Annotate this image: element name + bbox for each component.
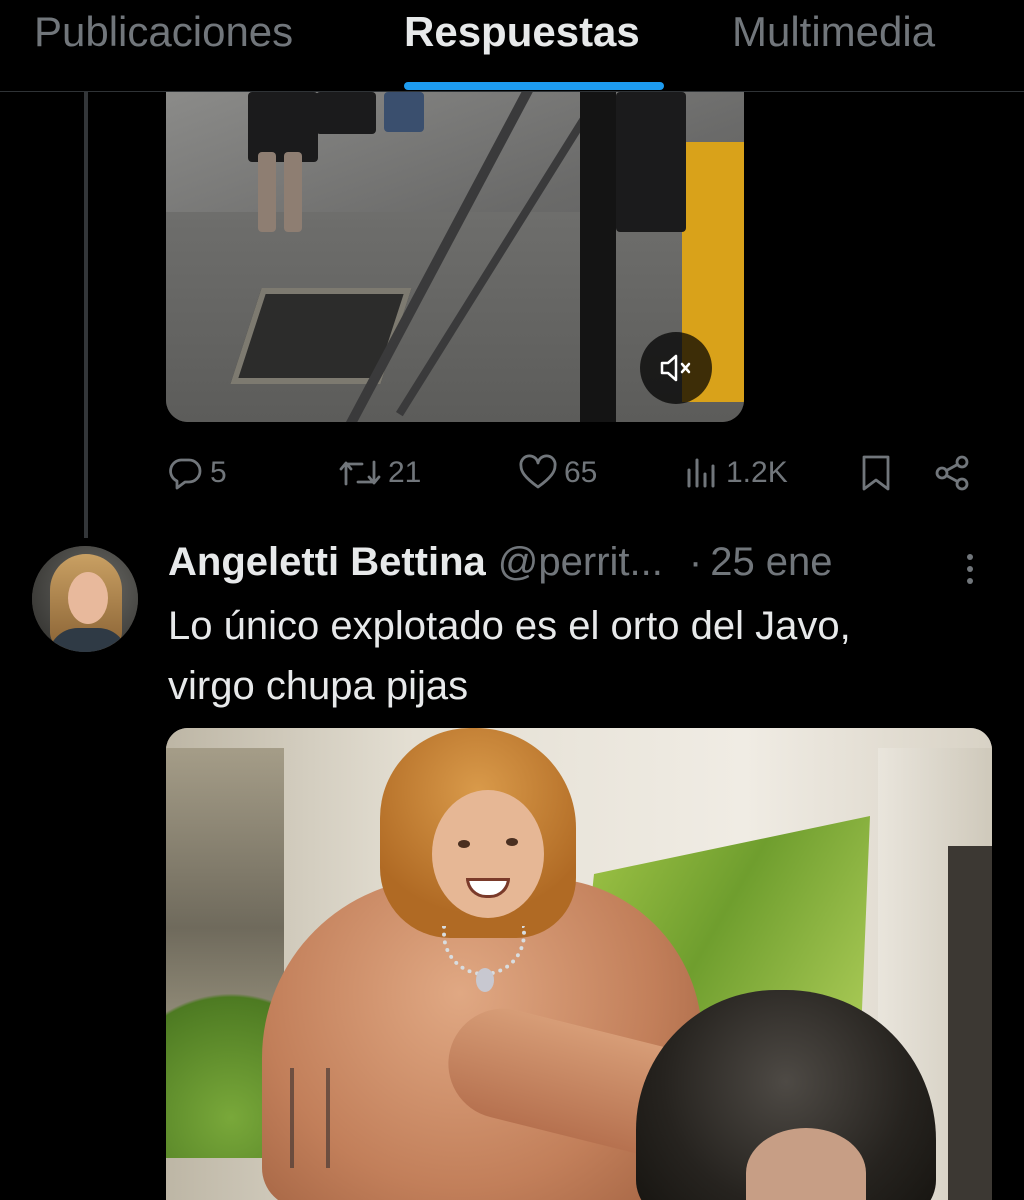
thread-connector-line bbox=[84, 92, 88, 538]
tab-multimedia[interactable]: Multimedia bbox=[732, 8, 935, 56]
repost-button[interactable]: 21 bbox=[338, 446, 421, 500]
repost-count: 21 bbox=[388, 456, 422, 489]
like-icon bbox=[518, 454, 558, 492]
active-tab-indicator bbox=[404, 82, 664, 90]
video-scene-figure bbox=[316, 92, 376, 134]
reply-icon bbox=[166, 454, 204, 492]
bookmark-icon bbox=[858, 453, 894, 493]
reply-count: 5 bbox=[210, 456, 227, 489]
like-count: 65 bbox=[564, 456, 598, 489]
reply-header: Angeletti Bettina @perrit... · 25 ene bbox=[168, 540, 833, 590]
views-button[interactable]: 1.2K bbox=[684, 446, 788, 500]
image-scene-face bbox=[432, 790, 544, 918]
more-dot bbox=[967, 554, 973, 560]
volume-muted-icon[interactable] bbox=[640, 332, 712, 404]
image-scene-tattoo bbox=[290, 1068, 330, 1168]
image-scene-eye bbox=[458, 840, 470, 848]
tab-publicaciones[interactable]: Publicaciones bbox=[34, 8, 293, 56]
reply-image[interactable] bbox=[166, 728, 992, 1200]
reply-button[interactable]: 5 bbox=[166, 446, 227, 500]
views-icon bbox=[684, 454, 720, 492]
share-icon bbox=[932, 453, 972, 493]
bookmark-button[interactable] bbox=[858, 446, 894, 500]
avatar[interactable] bbox=[32, 546, 138, 652]
video-scene-figure bbox=[616, 92, 686, 232]
video-scene-figure bbox=[248, 92, 318, 162]
post-action-bar: 5 21 65 1.2K bbox=[166, 446, 986, 500]
video-scene-pole bbox=[580, 92, 616, 422]
image-scene-eye bbox=[506, 838, 518, 846]
reply-text-line: virgo chupa pijas bbox=[168, 664, 469, 708]
video-scene-figure bbox=[384, 92, 424, 132]
more-dot bbox=[967, 566, 973, 572]
reply-text: Lo único explotado es el orto del Javo, … bbox=[168, 596, 988, 716]
share-button[interactable] bbox=[932, 446, 972, 500]
post-date[interactable]: 25 ene bbox=[710, 540, 832, 585]
image-scene-pendant bbox=[476, 968, 494, 992]
author-name[interactable]: Angeletti Bettina bbox=[168, 540, 486, 585]
video-scene-leg bbox=[258, 152, 276, 232]
reply-text-line: Lo único explotado es el orto del Javo, bbox=[168, 604, 851, 648]
repost-icon bbox=[338, 454, 382, 492]
video-scene-leg bbox=[284, 152, 302, 232]
like-button[interactable]: 65 bbox=[518, 446, 597, 500]
tab-respuestas[interactable]: Respuestas bbox=[404, 8, 640, 56]
header-separator: · bbox=[688, 540, 703, 584]
views-count: 1.2K bbox=[726, 456, 788, 489]
author-handle[interactable]: @perrit... bbox=[498, 540, 663, 585]
profile-tabs: Publicaciones Respuestas Multimedia bbox=[0, 0, 1024, 92]
image-scene-door bbox=[948, 846, 992, 1200]
avatar-face bbox=[68, 572, 108, 624]
more-options-icon[interactable] bbox=[958, 548, 982, 588]
more-dot bbox=[967, 578, 973, 584]
